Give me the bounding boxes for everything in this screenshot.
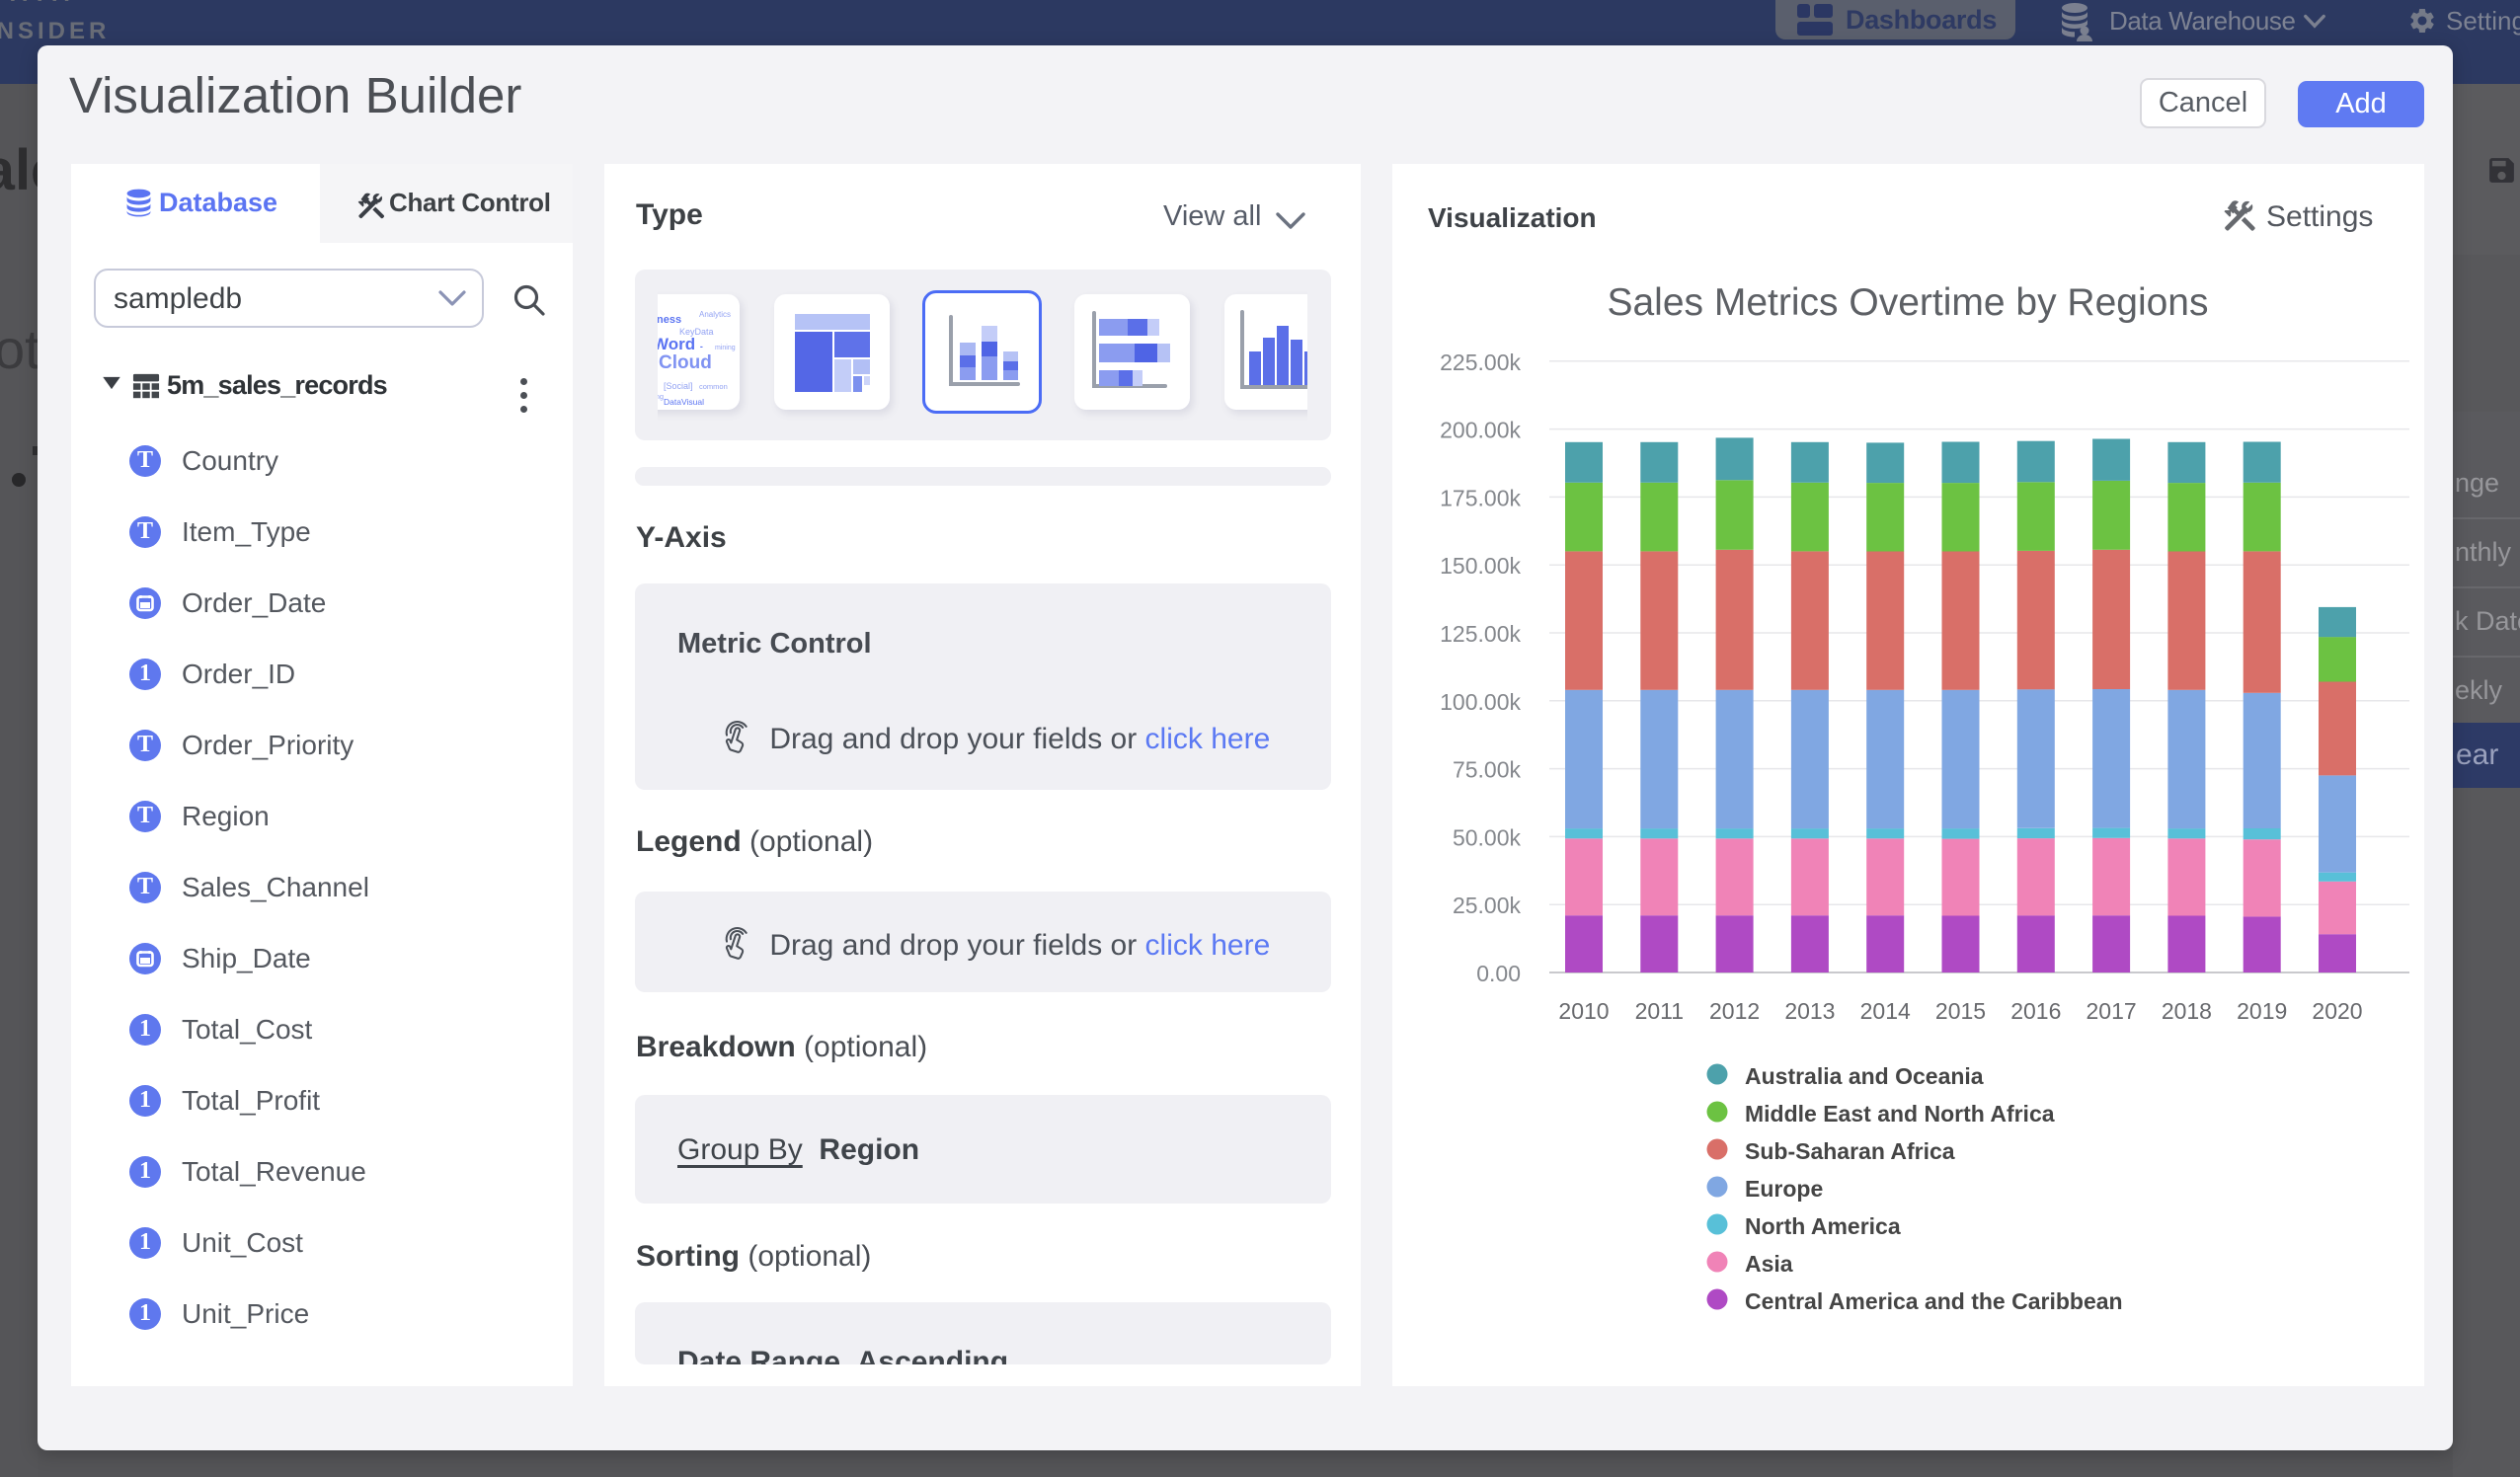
svg-text:2015: 2015: [1935, 998, 1986, 1024]
svg-text:Middle East and North Africa: Middle East and North Africa: [1745, 1101, 2055, 1127]
svg-text:0.00: 0.00: [1476, 961, 1521, 986]
svg-text:2017: 2017: [2087, 998, 2137, 1024]
svg-text:2014: 2014: [1860, 998, 1911, 1024]
svg-text:2020: 2020: [2312, 998, 2362, 1024]
svg-text:200.00k: 200.00k: [1440, 418, 1521, 443]
svg-text:175.00k: 175.00k: [1440, 485, 1521, 510]
svg-text:2016: 2016: [2010, 998, 2061, 1024]
svg-text:100.00k: 100.00k: [1440, 689, 1521, 715]
svg-text:2010: 2010: [1558, 998, 1609, 1024]
svg-text:2019: 2019: [2237, 998, 2287, 1024]
svg-text:150.00k: 150.00k: [1440, 553, 1521, 579]
svg-text:50.00k: 50.00k: [1453, 824, 1522, 850]
svg-text:2013: 2013: [1784, 998, 1835, 1024]
svg-text:Sub-Saharan Africa: Sub-Saharan Africa: [1745, 1138, 1955, 1164]
svg-text:Europe: Europe: [1745, 1176, 1823, 1202]
svg-text:Asia: Asia: [1745, 1251, 1793, 1277]
svg-text:Central America and the Caribb: Central America and the Caribbean: [1745, 1288, 2123, 1314]
svg-text:125.00k: 125.00k: [1440, 621, 1521, 647]
svg-text:2011: 2011: [1635, 998, 1684, 1024]
svg-text:Sales Metrics Overtime by Regi: Sales Metrics Overtime by Regions: [1607, 281, 2208, 324]
svg-text:75.00k: 75.00k: [1453, 757, 1522, 783]
svg-text:2018: 2018: [2162, 998, 2212, 1024]
svg-text:225.00k: 225.00k: [1440, 350, 1521, 375]
svg-text:Australia and Oceania: Australia and Oceania: [1745, 1063, 1984, 1089]
svg-text:North America: North America: [1745, 1213, 1901, 1239]
svg-text:25.00k: 25.00k: [1453, 893, 1522, 918]
svg-text:2012: 2012: [1709, 998, 1760, 1024]
